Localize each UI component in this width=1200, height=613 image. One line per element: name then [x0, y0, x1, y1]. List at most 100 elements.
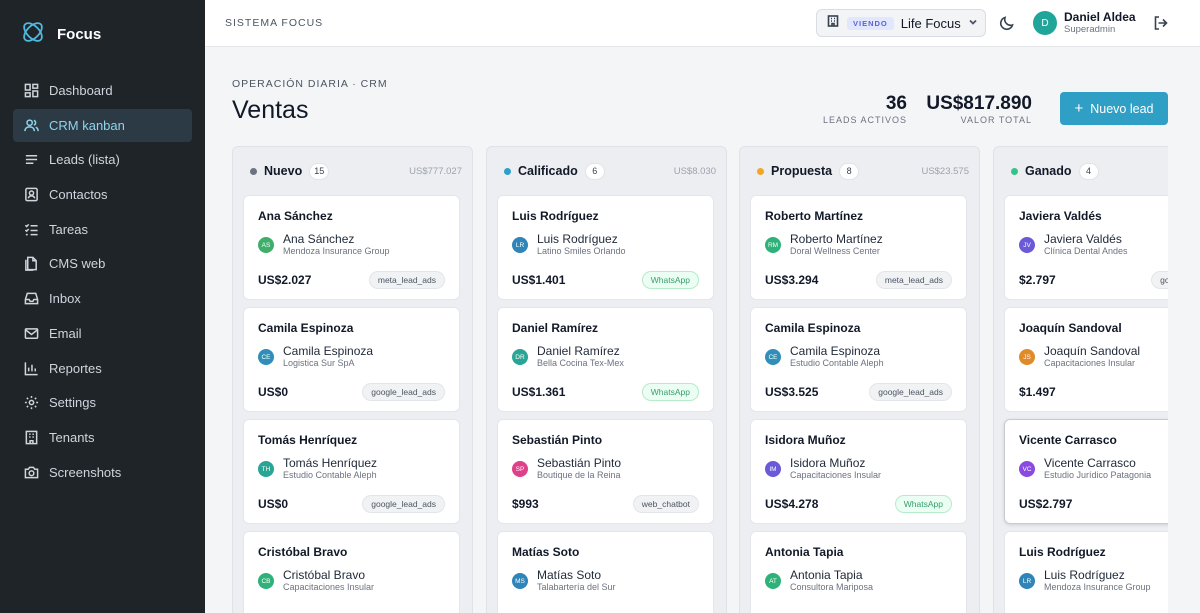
sidebar-item-label: Settings	[49, 395, 96, 411]
kanban-column-nuevo: Nuevo 15 US$777.027 Ana Sánchez AS Ana Sánche…	[232, 146, 473, 613]
card-footer: US$0 google_lead_ads	[258, 495, 445, 513]
contact-company: Latino Smiles Orlando	[537, 246, 626, 256]
contact-name: Isidora Muñoz	[790, 456, 866, 470]
column-total: US$777.027	[409, 165, 462, 177]
contact-name: Luis Rodríguez	[537, 232, 618, 246]
column-count-badge: 6	[584, 162, 605, 180]
lead-card[interactable]: Sebastián Pinto SP Sebastián Pinto Boutique…	[497, 419, 714, 524]
sidebar: Focus Dashboard CRM kanban Leads (lista)…	[0, 0, 205, 613]
lead-card[interactable]: Ana Sánchez AS Ana Sánchez Mendoza Insuranc…	[243, 195, 460, 300]
contact-info: Luis Rodríguez Latino Smiles Orlando	[537, 233, 626, 257]
sidebar-nav: Dashboard CRM kanban Leads (lista) Conta…	[0, 74, 205, 489]
contact-company: Talabartería del Sur	[537, 582, 616, 592]
sidebar-item-label: Email	[49, 325, 82, 341]
lead-card[interactable]: Roberto Martínez RM Roberto Martínez Doral …	[750, 195, 967, 300]
sidebar-item-screenshots[interactable]: Screenshots	[13, 456, 192, 489]
contact-avatar: CE	[258, 349, 274, 365]
card-footer: US$0 google_lead_ads	[258, 383, 445, 401]
moon-icon[interactable]	[999, 15, 1015, 31]
lead-card[interactable]: Antonia Tapia AT Antonia Tapia Consultora M…	[750, 531, 967, 613]
contact-avatar: LR	[1019, 573, 1035, 589]
contact-company: Mendoza Insurance Group	[283, 246, 390, 256]
lead-card[interactable]: Matías Soto MS Matías Soto Talabartería del…	[497, 531, 714, 613]
status-dot	[757, 167, 764, 175]
lead-card[interactable]: Luis Rodríguez LR Luis Rodríguez Mendoza In…	[1004, 531, 1168, 613]
topbar: SISTEMA FOCUS VIENDO Life Focus D Daniel…	[205, 0, 1200, 47]
sidebar-item-contactos[interactable]: Contactos	[13, 178, 192, 211]
sidebar-item-leads-lista[interactable]: Leads (lista)	[13, 143, 192, 176]
column-count-badge: 4	[1078, 162, 1099, 180]
contact-company: Capacitaciones Insular	[283, 582, 375, 592]
column-name: Propuesta	[771, 164, 833, 178]
lead-title: Camila Espinoza	[765, 321, 861, 335]
sidebar-item-tenants[interactable]: Tenants	[13, 421, 192, 454]
tasks-icon	[23, 221, 39, 237]
sidebar-item-crm-kanban[interactable]: CRM kanban	[13, 108, 192, 142]
tenant-switcher[interactable]: VIENDO Life Focus	[816, 9, 986, 37]
user-menu[interactable]: D Daniel Aldea Superadmin	[1033, 10, 1136, 36]
sidebar-item-label: CMS web	[49, 256, 106, 272]
lead-card[interactable]: Camila Espinoza CE Camila Espinoza Estudio …	[750, 307, 967, 412]
brand[interactable]: Focus	[0, 0, 205, 68]
contact-info: Sebastián Pinto Boutique de la Reina	[537, 457, 621, 481]
contact-info: Camila Espinoza Estudio Contable Aleph	[790, 345, 884, 369]
building-icon	[23, 429, 39, 445]
user-info: Daniel Aldea Superadmin	[1064, 10, 1136, 36]
lead-card[interactable]: Tomás Henríquez TH Tomás Henríquez Estudio …	[243, 419, 460, 524]
lead-card[interactable]: Vicente Carrasco VC Vicente Carrasco Estudi…	[1004, 419, 1168, 524]
lead-card[interactable]: Javiera Valdés JV Javiera Valdés Clínica De…	[1004, 195, 1168, 300]
lead-contact: CE Camila Espinoza Estudio Contable Aleph	[765, 345, 952, 369]
column-count-badge: 8	[839, 162, 860, 180]
lead-title: Sebastián Pinto	[512, 433, 603, 447]
new-lead-button[interactable]: + Nuevo lead	[1060, 92, 1168, 125]
contact-name: Roberto Martínez	[790, 232, 883, 246]
contact-name: Cristóbal Bravo	[283, 568, 366, 582]
sidebar-item-reportes[interactable]: Reportes	[13, 352, 192, 385]
lead-contact: CE Camila Espinoza Logistica Sur SpA	[258, 345, 445, 369]
lead-card[interactable]: Camila Espinoza CE Camila Espinoza Logistic…	[243, 307, 460, 412]
lead-title: Cristóbal Bravo	[258, 545, 348, 559]
contact-icon	[23, 187, 39, 203]
source-tag: WhatsApp	[894, 495, 952, 513]
sidebar-item-email[interactable]: Email	[13, 317, 192, 350]
lead-contact: JV Javiera Valdés Clínica Dental Andes	[1019, 233, 1168, 257]
sidebar-item-settings[interactable]: Settings	[13, 386, 192, 419]
sidebar-item-dashboard[interactable]: Dashboard	[13, 74, 192, 107]
contact-name: Camila Espinoza	[790, 344, 881, 358]
lead-card[interactable]: Luis Rodríguez LR Luis Rodríguez Latino Smi…	[497, 195, 714, 300]
contact-avatar: SP	[512, 461, 528, 477]
lead-card[interactable]: Cristóbal Bravo CB Cristóbal Bravo Capacita…	[243, 531, 460, 613]
card-footer: US$4.278 WhatsApp	[765, 495, 952, 513]
lead-amount: US$3.525	[765, 385, 819, 399]
lead-card[interactable]: Daniel Ramírez DR Daniel Ramírez Bella Coci…	[497, 307, 714, 412]
contact-info: Antonia Tapia Consultora Mariposa	[790, 569, 873, 593]
lead-title: Camila Espinoza	[258, 321, 354, 335]
logout-icon[interactable]	[1153, 15, 1169, 31]
lead-contact: LR Luis Rodríguez Mendoza Insurance Group	[1019, 569, 1168, 593]
status-dot	[1011, 167, 1018, 175]
column-name: Ganado	[1025, 164, 1072, 178]
sidebar-item-label: Inbox	[49, 291, 81, 307]
lead-card[interactable]: Joaquín Sandoval JS Joaquín Sandoval Capaci…	[1004, 307, 1168, 412]
card-footer: $2.797 google_le	[1019, 271, 1168, 289]
source-tag: google_le	[1151, 271, 1168, 289]
users-icon	[23, 117, 39, 133]
camera-icon	[23, 464, 39, 480]
sidebar-item-inbox[interactable]: Inbox	[13, 282, 192, 315]
contact-name: Ana Sánchez	[283, 232, 355, 246]
column-total: US$23.575	[921, 165, 969, 177]
card-footer: US$3.294 meta_lead_ads	[765, 271, 952, 289]
page-title: Ventas	[232, 96, 309, 124]
contact-company: Doral Wellness Center	[790, 246, 880, 256]
sidebar-item-tareas[interactable]: Tareas	[13, 213, 192, 246]
contact-company: Estudio Contable Aleph	[283, 470, 377, 480]
lead-card[interactable]: Isidora Muñoz IM Isidora Muñoz Capacitacion…	[750, 419, 967, 524]
kanban-column-calificado: Calificado 6 US$8.030 Luis Rodríguez LR Luis …	[486, 146, 727, 613]
lead-amount: $1.497	[1019, 385, 1056, 399]
sidebar-item-cms-web[interactable]: CMS web	[13, 247, 192, 280]
contact-company: Consultora Mariposa	[790, 582, 874, 592]
kanban-column-propuesta: Propuesta 8 US$23.575 Roberto Martínez RM Rob…	[739, 146, 980, 613]
lead-amount: US$4.278	[765, 497, 819, 511]
sidebar-item-label: Tareas	[49, 221, 89, 237]
card-footer: $1.497web_	[1019, 383, 1168, 401]
